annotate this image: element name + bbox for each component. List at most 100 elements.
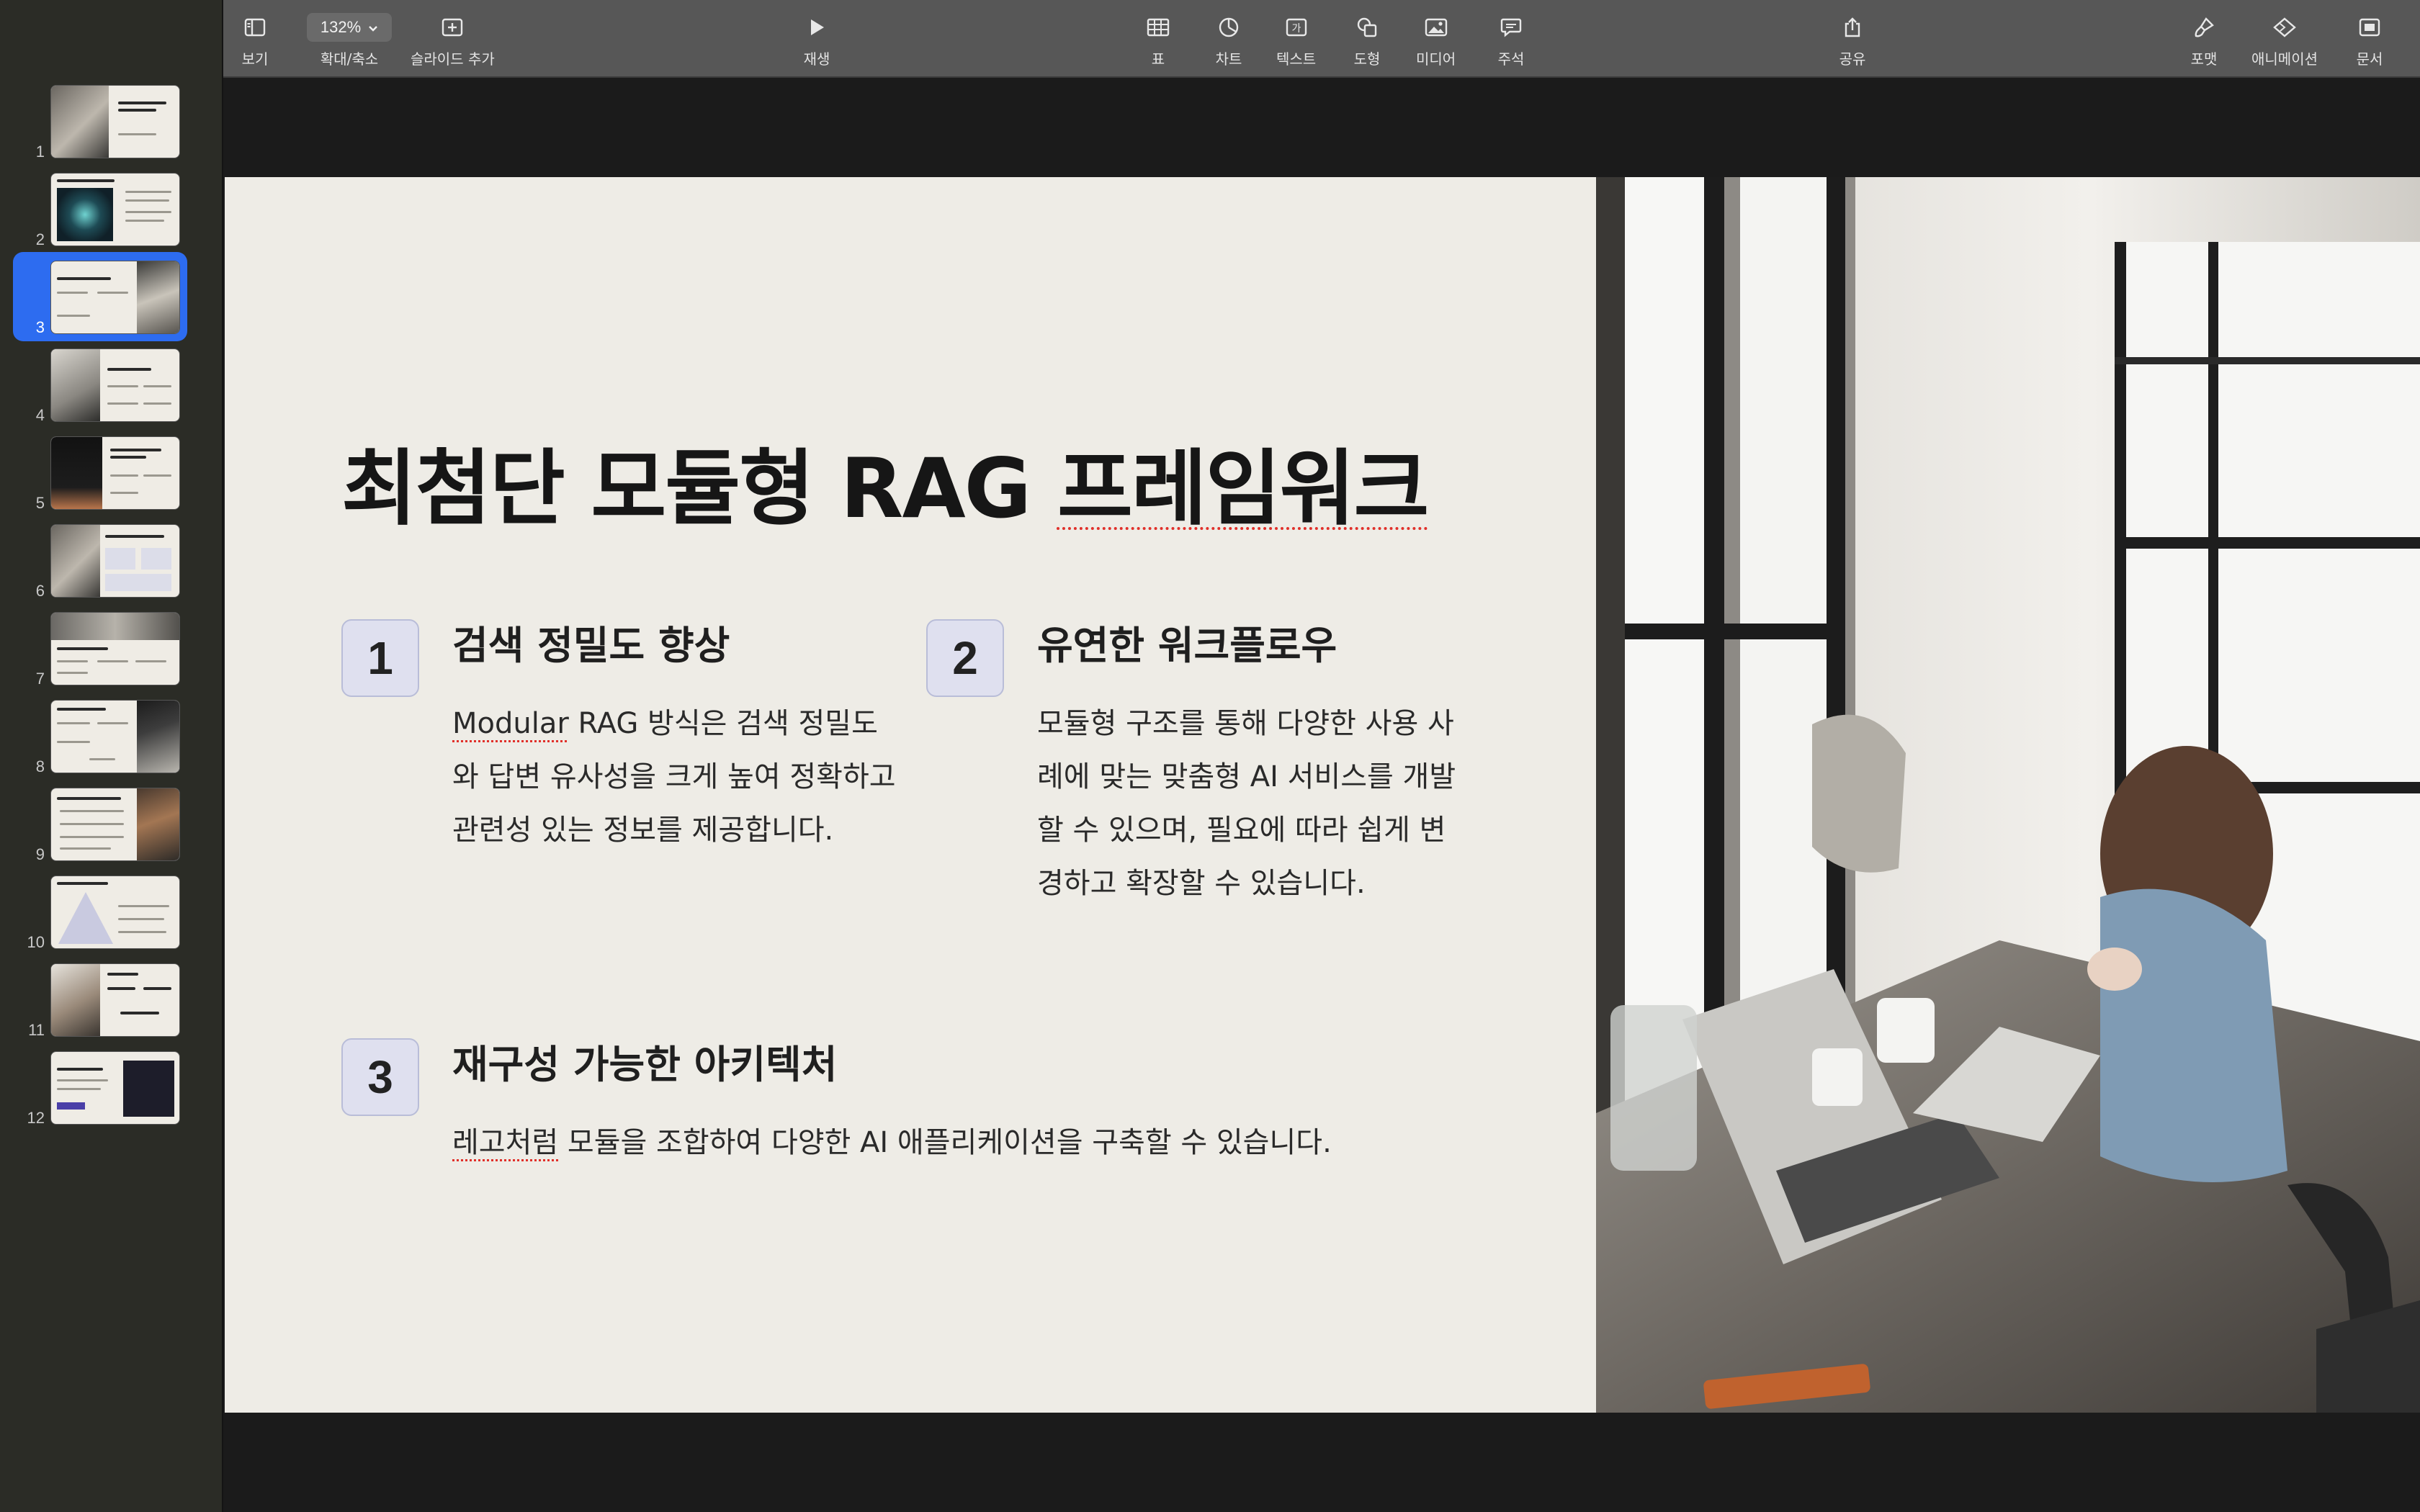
plus-square-icon [436,13,468,42]
title-text: 최첨단 모듈형 RAG [341,441,1057,536]
zoom-control[interactable]: 132% 확대/축소 [307,13,392,68]
feature-body-text: 모듈을 조합하여 다양한 AI 애플리케이션을 구축할 수 있습니다. [558,1126,1332,1159]
share-icon [1837,13,1868,42]
feature-title[interactable]: 유연한 워크플로우 [1037,613,1337,670]
thumbnail-preview [50,612,180,685]
table-icon [1142,13,1174,42]
feature-number-badge: 2 [926,619,1004,697]
text-button[interactable]: 가 텍스트 [1276,13,1316,68]
play-icon [801,13,833,42]
table-button[interactable]: 표 [1142,13,1174,68]
slide-number: 9 [35,845,45,863]
slide-photo[interactable] [1596,177,2420,1413]
pie-chart-icon [1213,13,1245,42]
slide-thumbnail-6[interactable]: 6 [0,524,223,603]
thumbnail-preview [50,85,180,158]
share-button[interactable]: 공유 [1837,13,1868,68]
thumbnail-preview [50,1051,180,1125]
add-slide-button[interactable]: 슬라이드 추가 [411,13,495,68]
paintbrush-icon [2188,13,2220,42]
feature-title[interactable]: 재구성 가능한 아키텍처 [452,1032,837,1089]
slide-number: 7 [35,670,45,688]
animate-button[interactable]: 애니메이션 [2251,13,2318,68]
comment-button[interactable]: 주석 [1495,13,1527,68]
thumbnail-preview [50,876,180,949]
slide-thumbnail-8[interactable]: 8 [0,700,223,779]
text-box-icon: 가 [1281,13,1312,42]
zoom-label: 확대/축소 [320,50,379,68]
shape-label: 도형 [1353,50,1381,68]
feature-number-badge: 1 [341,619,419,697]
thumbnail-preview [50,348,180,422]
thumbnail-preview [50,788,180,861]
add-slide-label: 슬라이드 추가 [411,50,495,68]
slide-thumbnail-9[interactable]: 9 [0,788,223,867]
flagged-word: 레고처럼 [452,1126,559,1159]
media-button[interactable]: 미디어 [1416,13,1456,68]
document-label: 문서 [2356,50,2383,68]
slide-thumbnail-10[interactable]: 10 [0,876,223,955]
image-icon [1420,13,1452,42]
share-label: 공유 [1839,50,1866,68]
shape-icon [1351,13,1383,42]
thumbnail-preview [50,173,180,246]
slide-number: 12 [27,1109,45,1127]
feature-body[interactable]: Modular RAG 방식은 검색 정밀도와 답변 유사성을 크게 높여 정확… [452,697,899,857]
chevron-down-icon [368,18,378,37]
slide-thumbnail-2[interactable]: 2 [0,173,223,252]
slide-thumbnail-4[interactable]: 4 [0,348,223,428]
thumbnail-preview [50,436,180,510]
slide-thumbnail-3[interactable]: 3 [0,252,223,341]
slide-number: 1 [35,143,45,161]
zoom-value: 132% [320,18,362,36]
toolbar: 보기 132% 확대/축소 슬라이드 추가 재생 표 차트 가 텍스트 도형 미… [223,0,2420,78]
feature-title[interactable]: 검색 정밀도 향상 [452,613,730,670]
slide-thumbnail-5[interactable]: 5 [0,436,223,516]
chart-label: 차트 [1215,50,1242,68]
animate-label: 애니메이션 [2251,50,2318,68]
thumbnail-preview [50,261,180,334]
format-button[interactable]: 포맷 [2188,13,2220,68]
slide-navigator: 1 2 3 4 5 6 7 8 9 10 11 12 [0,0,223,1512]
shape-button[interactable]: 도형 [1351,13,1383,68]
feature-body[interactable]: 레고처럼 모듈을 조합하여 다양한 AI 애플리케이션을 구축할 수 있습니다. [452,1116,1533,1169]
slide-number: 10 [27,933,45,951]
svg-text:가: 가 [1291,23,1301,35]
media-label: 미디어 [1416,50,1456,68]
slide-number: 11 [28,1021,45,1039]
chart-button[interactable]: 차트 [1213,13,1245,68]
table-label: 표 [1151,50,1165,68]
document-button[interactable]: 문서 [2354,13,2385,68]
slide-number: 2 [35,230,45,248]
play-label: 재생 [803,50,830,68]
slide-number: 8 [35,757,45,775]
slide-number: 3 [35,318,45,336]
slide-number: 5 [35,494,45,512]
format-label: 포맷 [2190,50,2218,68]
slide-thumbnail-7[interactable]: 7 [0,612,223,691]
slide-number: 6 [35,582,45,600]
slide-number: 4 [35,406,45,424]
feature-number-badge: 3 [341,1038,419,1116]
diamond-icon [2269,13,2300,42]
slide-thumbnail-11[interactable]: 11 [0,963,223,1043]
zoom-select[interactable]: 132% [307,13,392,42]
slide-canvas[interactable]: 최첨단 모듈형 RAG 프레임워크 1 검색 정밀도 향상 Modular RA… [225,177,2420,1413]
flagged-word: Modular [452,707,569,740]
play-button[interactable]: 재생 [801,13,833,68]
slide-thumbnail-12[interactable]: 12 [0,1051,223,1130]
thumbnail-preview [50,524,180,598]
view-button[interactable]: 보기 [239,13,271,68]
sidebar-icon [239,13,271,42]
text-label: 텍스트 [1276,50,1317,68]
comment-label: 주석 [1497,50,1525,68]
document-icon [2354,13,2385,42]
thumbnail-preview [50,700,180,773]
slide-thumbnail-1[interactable]: 1 [0,85,223,164]
slide-title[interactable]: 최첨단 모듈형 RAG 프레임워크 [341,422,1429,541]
comment-icon [1495,13,1527,42]
thumbnail-preview [50,963,180,1037]
view-label: 보기 [241,50,269,68]
title-text-flagged: 프레임워크 [1057,441,1429,536]
feature-body[interactable]: 모듈형 구조를 통해 다양한 사용 사례에 맞는 맞춤형 AI 서비스를 개발할… [1037,697,1469,910]
